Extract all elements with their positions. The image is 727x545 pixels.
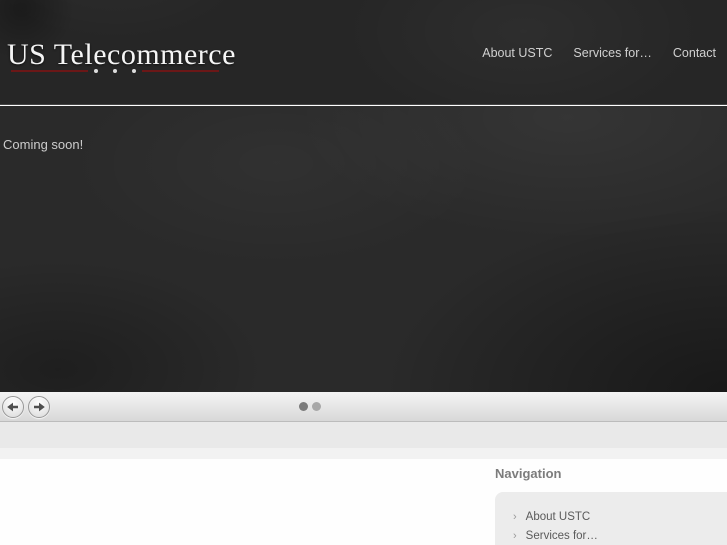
divider-strip-gray bbox=[0, 422, 727, 448]
hero-banner: Coming soon! bbox=[0, 106, 727, 392]
coming-soon-text: Coming soon! bbox=[3, 137, 84, 152]
site-logo[interactable]: US Telecommerce bbox=[7, 38, 236, 72]
logo-underline-decoration bbox=[11, 69, 219, 73]
chevron-right-icon: › bbox=[513, 510, 517, 523]
underline-right-segment bbox=[142, 70, 219, 72]
divider-strip-light bbox=[0, 448, 727, 459]
carousel-dot-2[interactable] bbox=[312, 402, 321, 411]
carousel-next-button[interactable] bbox=[28, 396, 50, 418]
underline-left-segment bbox=[11, 70, 88, 72]
site-header: US Telecommerce About USTC Services for…… bbox=[0, 0, 727, 105]
sidebar-link-services-for[interactable]: Services for… bbox=[526, 530, 598, 542]
sidebar-link-about-ustc[interactable]: About USTC bbox=[526, 511, 591, 523]
nav-link-contact[interactable]: Contact bbox=[673, 46, 716, 60]
arrow-right-icon bbox=[32, 400, 46, 414]
sidebar-navigation-title: Navigation bbox=[495, 466, 562, 481]
top-navigation: About USTC Services for… Contact bbox=[482, 0, 716, 105]
sidebar-item-services-for[interactable]: › Services for… bbox=[513, 530, 727, 542]
underline-dots bbox=[94, 69, 136, 73]
sidebar-navigation-list: › About USTC › Services for… bbox=[495, 492, 727, 542]
carousel-control-bar bbox=[0, 392, 727, 422]
sidebar-navigation-box: › About USTC › Services for… bbox=[495, 492, 727, 545]
sidebar-item-about-ustc[interactable]: › About USTC bbox=[513, 511, 727, 523]
nav-link-about-ustc[interactable]: About USTC bbox=[482, 46, 552, 60]
arrow-left-icon bbox=[6, 400, 20, 414]
carousel-dots bbox=[299, 402, 321, 411]
main-content-area: Navigation › About USTC › Services for… bbox=[0, 459, 727, 545]
carousel-prev-button[interactable] bbox=[2, 396, 24, 418]
page: US Telecommerce About USTC Services for…… bbox=[0, 0, 727, 545]
carousel-dot-1-active[interactable] bbox=[299, 402, 308, 411]
nav-link-services-for[interactable]: Services for… bbox=[573, 46, 652, 60]
chevron-right-icon: › bbox=[513, 529, 517, 542]
